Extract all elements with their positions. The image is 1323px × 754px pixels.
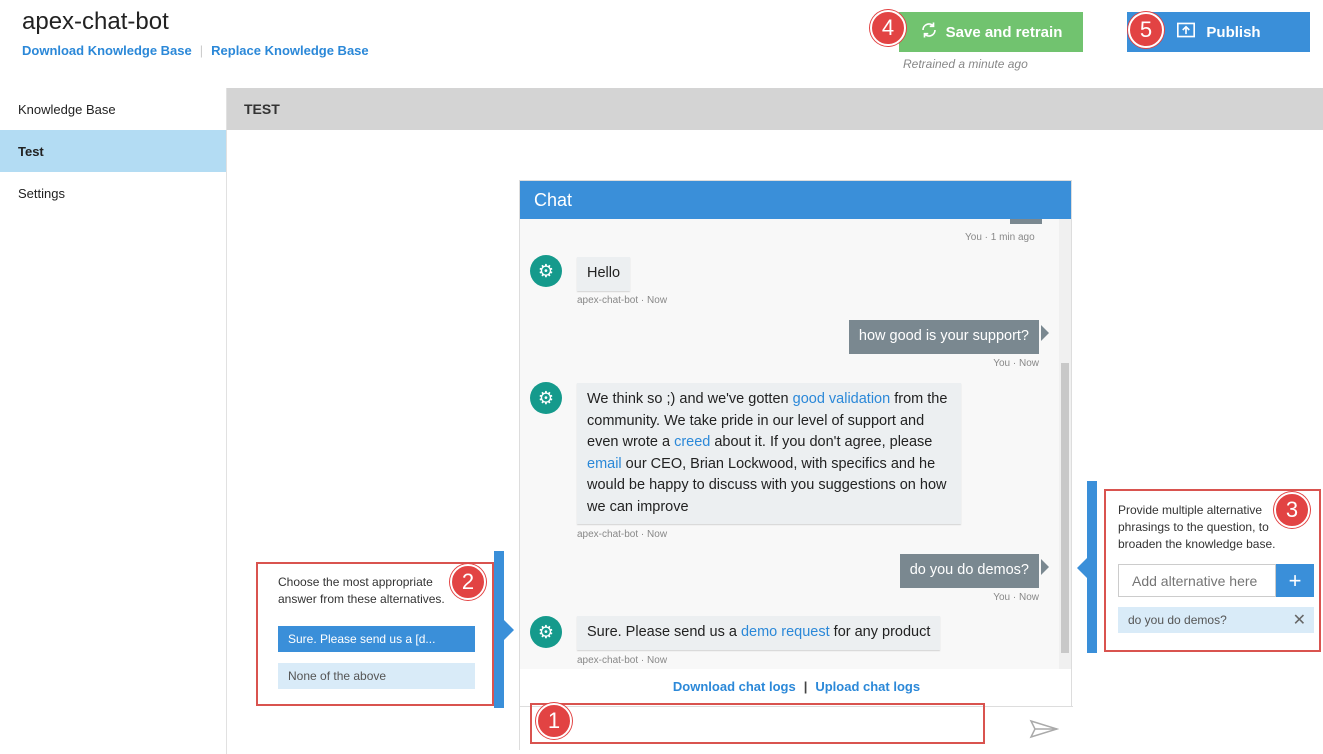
close-icon[interactable]: ✕ [1293,610,1306,630]
message-time: apex-chat-bot · Now [577,655,668,666]
user-message: do you do demos? [899,554,1039,588]
alternative-phrasing-input[interactable] [1118,564,1276,597]
panel-pointer [504,620,514,640]
scrollbar-thumb[interactable] [1061,363,1069,653]
section-title: TEST [227,88,1323,130]
bot-avatar-icon: ⚙ [530,616,562,648]
link-separator: | [199,43,204,58]
message-text: about it. If you don't agree, please [710,434,933,450]
bot-message: Sure. Please send us a demo request for … [577,616,941,650]
callout-badge-4: 4 [870,10,906,46]
bubble-tail [1041,325,1049,341]
link-separator: | [803,679,808,694]
creed-link[interactable]: creed [674,434,710,450]
bot-avatar-icon: ⚙ [530,255,562,287]
message-time: apex-chat-bot · Now [577,295,668,306]
demo-request-link[interactable]: demo request [741,624,830,640]
alternatives-hint: Choose the most appropriate answer from … [278,575,445,606]
panel-pointer [1077,558,1087,578]
chat-title: Chat [520,181,1071,219]
replace-kb-link[interactable]: Replace Knowledge Base [211,43,369,58]
message-time: You · 1 min ago [965,232,1035,243]
header: apex-chat-bot Download Knowledge Base | Re… [0,0,1323,88]
callout-badge-1: 1 [536,703,572,739]
retrain-status: Retrained a minute ago [903,57,1028,71]
save-retrain-button[interactable]: Save and retrain [899,12,1083,52]
alternative-answer-option[interactable]: Sure. Please send us a [d... [278,626,475,652]
header-links: Download Knowledge Base | Replace Knowledg… [22,43,369,58]
refresh-icon [920,21,938,43]
download-kb-link[interactable]: Download Knowledge Base [22,43,192,58]
app-title: apex-chat-bot [22,8,169,35]
sidebar: Knowledge Base Test Settings [0,88,227,754]
sidebar-item-knowledge-base[interactable]: Knowledge Base [0,88,226,130]
save-retrain-label: Save and retrain [945,23,1063,41]
bot-message: Hello [577,257,631,291]
none-of-above-option[interactable]: None of the above [278,663,475,689]
publish-label: Publish [1206,23,1261,41]
email-link[interactable]: email [587,456,622,472]
bot-avatar-icon: ⚙ [530,382,562,414]
message-text: We think so ;) and we've gotten [587,391,793,407]
chat-scrollbar[interactable] [1059,219,1071,669]
download-chat-logs-link[interactable]: Download chat logs [673,679,796,694]
message-time: apex-chat-bot · Now [577,529,668,540]
panel-connector [1087,481,1097,653]
bot-message: We think so ;) and we've gotten good val… [577,383,961,524]
send-icon[interactable] [1029,719,1060,744]
upload-icon [1176,21,1196,43]
chat-window: Chat You · 1 min ago ⚙ Hello apex-chat-b… [519,180,1073,750]
callout-badge-2: 2 [450,564,486,600]
good-validation-link[interactable]: good validation [793,391,891,407]
message-text: Sure. Please send us a [587,624,741,640]
add-alternative-button[interactable]: + [1276,564,1314,597]
sidebar-item-test[interactable]: Test [0,130,226,172]
message-time: You · Now [993,358,1039,369]
message-text: for any product [829,624,931,640]
alternative-phrasing-chip: do you do demos? ✕ [1118,607,1314,633]
plus-icon: + [1288,567,1302,593]
callout-badge-5: 5 [1128,12,1164,48]
message-text: our CEO, Brian Lockwood, with specifics … [587,455,947,515]
callout-badge-3: 3 [1274,492,1310,528]
message-time: You · Now [993,592,1039,603]
sidebar-item-settings[interactable]: Settings [0,172,226,214]
chat-messages[interactable]: You · 1 min ago ⚙ Hello apex-chat-bot · … [520,219,1071,669]
chip-label: do you do demos? [1128,613,1227,627]
chat-log-links: Download chat logs | Upload chat logs [520,679,1073,694]
previous-message-fragment [1010,219,1042,224]
bubble-tail [1041,559,1049,575]
upload-chat-logs-link[interactable]: Upload chat logs [815,679,920,694]
panel-connector [494,551,504,708]
user-message: how good is your support? [848,320,1039,354]
phrasing-hint: Provide multiple alternative phrasings t… [1118,503,1276,551]
chat-input-highlight [530,703,985,744]
